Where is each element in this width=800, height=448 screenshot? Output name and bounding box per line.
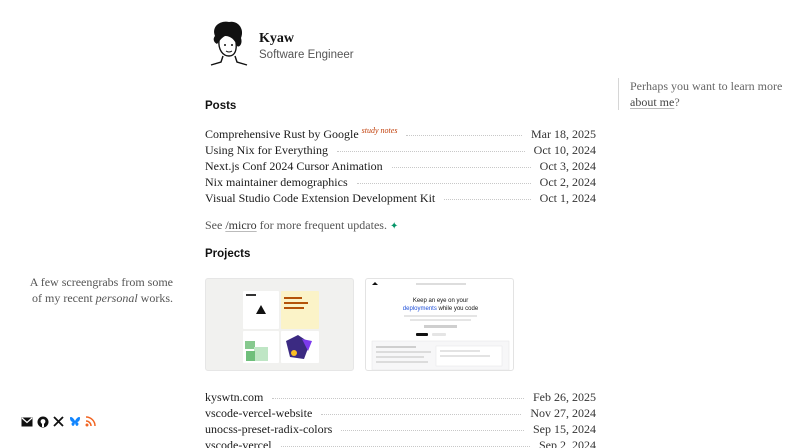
micro-suffix: for more frequent updates. <box>256 218 387 232</box>
dotted-leader <box>280 445 530 447</box>
dotted-leader <box>406 134 522 136</box>
projects-heading: Projects <box>205 248 251 260</box>
post-date: Oct 3, 2024 <box>539 158 596 173</box>
project-row[interactable]: unocss-preset-radix-colors Sep 15, 2024 <box>205 421 596 437</box>
micro-link[interactable]: /micro <box>225 218 256 232</box>
project-row[interactable]: kyswtn.com Feb 26, 2025 <box>205 389 596 405</box>
dotted-leader <box>444 198 531 200</box>
profile-name: Kyaw <box>259 31 294 46</box>
vercel-headline-2: deployments while you code <box>403 306 479 312</box>
dotted-leader <box>321 413 522 415</box>
projects-note: A few screengrabs from some of my recent… <box>20 274 173 306</box>
post-row[interactable]: Visual Studio Code Extension Development… <box>205 190 596 206</box>
about-note-text: Perhaps you want to learn more <box>630 79 783 93</box>
project-title[interactable]: vscode-vercel-website <box>205 406 312 421</box>
posts-list: Comprehensive Rust by Google study notes… <box>205 126 596 206</box>
projects-note-suffix: works. <box>137 291 173 305</box>
project-date: Sep 2, 2024 <box>539 437 596 448</box>
x-icon[interactable] <box>52 415 65 428</box>
project-date: Sep 15, 2024 <box>533 421 596 436</box>
post-date: Mar 18, 2025 <box>531 126 596 141</box>
about-note: Perhaps you want to learn more about me? <box>618 78 783 110</box>
post-row[interactable]: Using Nix for Everything Oct 10, 2024 <box>205 142 596 158</box>
github-icon[interactable] <box>36 415 49 428</box>
dotted-leader <box>336 150 525 152</box>
project-title[interactable]: unocss-preset-radix-colors <box>205 422 332 437</box>
avatar <box>205 18 249 66</box>
projects-note-emphasis: personal <box>95 291 138 305</box>
post-date: Oct 2, 2024 <box>539 174 596 189</box>
post-title[interactable]: Nix maintainer demographics <box>205 175 348 190</box>
post-title[interactable]: Using Nix for Everything <box>205 143 328 158</box>
post-row[interactable]: Comprehensive Rust by Google study notes… <box>205 126 596 142</box>
vercel-headline-1: Keep an eye on your <box>413 298 468 304</box>
project-title[interactable]: vscode-vercel <box>205 438 272 448</box>
post-row[interactable]: Next.js Conf 2024 Cursor Animation Oct 3… <box>205 158 596 174</box>
project-date: Feb 26, 2025 <box>533 389 596 404</box>
rss-icon[interactable] <box>84 415 97 428</box>
project-row[interactable]: vscode-vercel-website Nov 27, 2024 <box>205 405 596 421</box>
dotted-leader <box>341 429 524 431</box>
project-date: Nov 27, 2024 <box>530 405 596 420</box>
post-badge: study notes <box>361 125 398 135</box>
sparkle-icon: ✦ <box>389 221 399 232</box>
project-row[interactable]: vscode-vercel Sep 2, 2024 <box>205 437 596 448</box>
project-screenshot-vercel[interactable]: Keep an eye on your deployments while yo… <box>365 278 514 371</box>
about-note-suffix: ? <box>674 95 680 109</box>
post-row[interactable]: Nix maintainer demographics Oct 2, 2024 <box>205 174 596 190</box>
post-title[interactable]: Visual Studio Code Extension Development… <box>205 191 435 206</box>
about-me-link[interactable]: about me <box>630 95 674 109</box>
projects-list: kyswtn.com Feb 26, 2025 vscode-vercel-we… <box>205 389 596 448</box>
posts-heading: Posts <box>205 100 237 112</box>
project-screenshot-personal[interactable] <box>205 278 354 371</box>
post-date: Oct 10, 2024 <box>533 142 596 157</box>
dotted-leader <box>272 397 524 399</box>
profile-role: Software Engineer <box>259 49 354 61</box>
micro-note: See /micro for more frequent updates. ✦ <box>205 218 398 233</box>
social-links <box>20 415 97 428</box>
post-title[interactable]: Next.js Conf 2024 Cursor Animation <box>205 159 383 174</box>
dotted-leader <box>356 182 531 184</box>
mail-icon[interactable] <box>20 415 33 428</box>
bluesky-icon[interactable] <box>68 415 81 428</box>
micro-text: See <box>205 218 226 232</box>
project-title[interactable]: kyswtn.com <box>205 390 263 405</box>
post-date: Oct 1, 2024 <box>539 190 596 205</box>
post-title[interactable]: Comprehensive Rust by Google <box>205 127 359 142</box>
dotted-leader <box>391 166 531 168</box>
